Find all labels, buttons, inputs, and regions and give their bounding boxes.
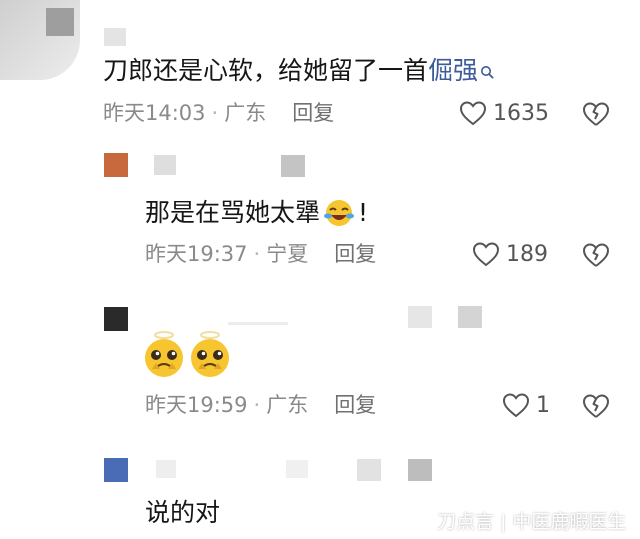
reply-to-placeholder[interactable] [408, 459, 432, 481]
watermark-separator: | [500, 511, 507, 533]
comment-body: 刀郎还是心软，给她留了一首 [103, 56, 429, 85]
separator-dot: · [253, 393, 261, 417]
comment-emoji-row [142, 329, 232, 383]
avatar[interactable] [104, 153, 128, 177]
watermark-account: 中医鹿暇医生 [512, 511, 627, 533]
reply-to-placeholder[interactable] [458, 306, 482, 328]
pleading-emoji-icon [142, 329, 186, 383]
like-button[interactable]: 189 [472, 241, 548, 267]
avatar[interactable] [104, 458, 128, 482]
heart-outline-icon [472, 241, 500, 267]
reply-to-placeholder[interactable] [357, 459, 381, 481]
comment-text: 刀郎还是心软，给她留了一首倔强 [103, 58, 494, 83]
comment-body: 那是在骂她太犟 [145, 198, 321, 227]
comment-meta: 昨天19:37 · 宁夏 回复 [145, 244, 376, 265]
like-count: 1 [536, 392, 550, 418]
comment-body: 说的对 [145, 498, 221, 527]
watermark-logo: 刀点言 [437, 511, 495, 533]
broken-heart-icon [582, 242, 610, 268]
keyword-link[interactable]: 倔强 [428, 56, 478, 85]
username-placeholder[interactable] [104, 28, 126, 46]
reply-button[interactable]: 回复 [334, 393, 376, 417]
heart-outline-icon [502, 392, 530, 418]
avatar-pixel [46, 8, 74, 36]
reply-to-placeholder[interactable] [281, 155, 305, 177]
comment-text: 那是在骂她太犟 ! [145, 197, 368, 231]
search-icon[interactable] [480, 58, 494, 83]
like-button[interactable]: 1635 [459, 100, 549, 126]
pleading-emoji-icon [188, 329, 232, 383]
heart-outline-icon [459, 100, 487, 126]
broken-heart-icon [582, 393, 610, 419]
timestamp: 昨天14:03 [103, 101, 206, 125]
laughing-crying-emoji-icon [322, 197, 356, 231]
reply-button[interactable]: 回复 [334, 242, 376, 266]
username-placeholder[interactable] [156, 460, 176, 478]
comment-suffix: ! [358, 198, 369, 227]
like-count: 189 [506, 241, 548, 267]
location: 广东 [266, 393, 309, 417]
location: 广东 [224, 101, 267, 125]
comment-meta: 昨天14:03 · 广东 回复 [103, 103, 334, 124]
comment-meta: 昨天19:59 · 广东 回复 [145, 395, 376, 416]
timestamp: 昨天19:59 [145, 393, 248, 417]
username-placeholder[interactable] [228, 322, 288, 325]
reply-to-placeholder[interactable] [408, 306, 432, 328]
dislike-button[interactable] [582, 101, 610, 127]
like-count: 1635 [493, 100, 549, 126]
dislike-button[interactable] [582, 242, 610, 268]
separator-dot: · [211, 101, 219, 125]
timestamp: 昨天19:37 [145, 242, 248, 266]
separator-dot: · [253, 242, 261, 266]
dislike-button[interactable] [582, 393, 610, 419]
location: 宁夏 [266, 242, 309, 266]
broken-heart-icon [582, 101, 610, 127]
reply-button[interactable]: 回复 [292, 101, 334, 125]
username-placeholder[interactable] [154, 155, 176, 175]
comment-text: 说的对 [145, 500, 220, 525]
like-button[interactable]: 1 [502, 392, 550, 418]
avatar[interactable] [104, 307, 128, 331]
username-placeholder[interactable] [286, 460, 308, 478]
watermark: 刀点言 | 中医鹿暇医生 [437, 507, 626, 534]
